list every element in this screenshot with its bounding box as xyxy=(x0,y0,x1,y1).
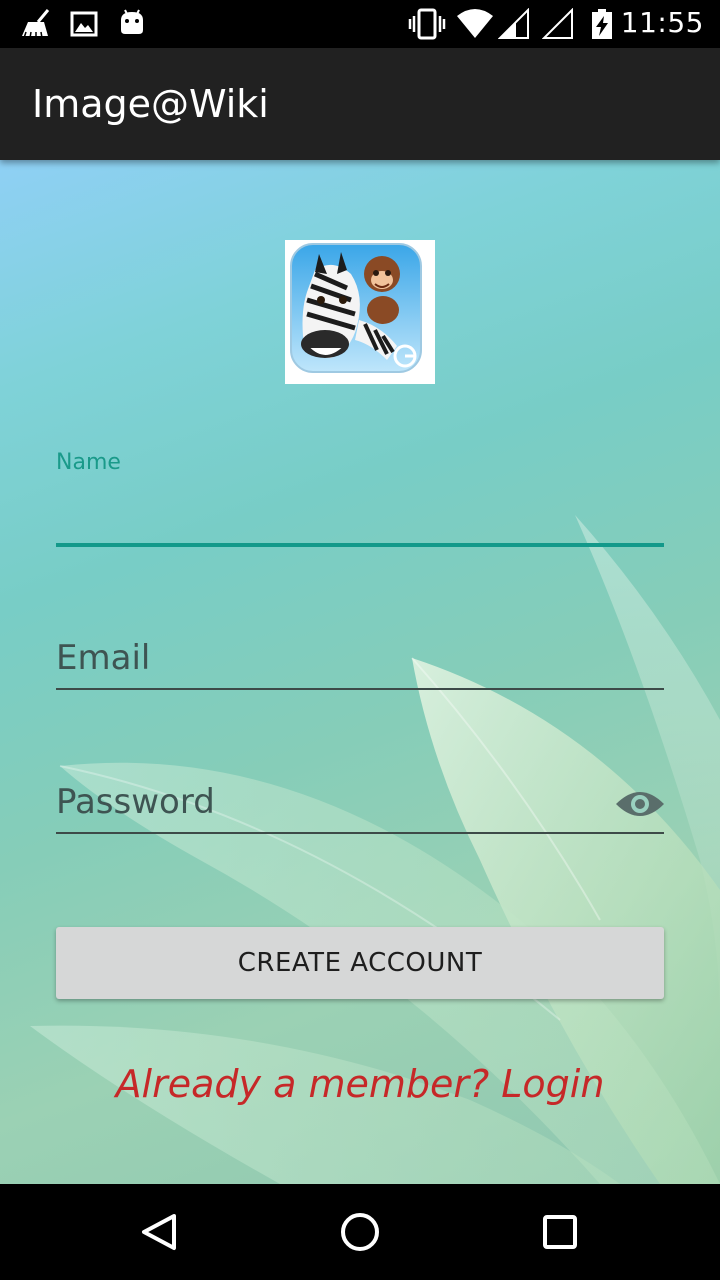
name-input-underline xyxy=(56,543,664,547)
password-input[interactable] xyxy=(56,772,606,832)
name-field-label: Name xyxy=(56,450,121,475)
vibrate-icon xyxy=(408,8,446,40)
password-input-underline xyxy=(56,832,664,834)
signal-empty-icon xyxy=(542,8,573,39)
gallery-icon xyxy=(70,11,98,37)
back-icon[interactable] xyxy=(136,1208,184,1256)
status-bar: 11:55 xyxy=(0,0,720,48)
signup-form-container: Name Email Password CREATE ACCOUNT Alrea… xyxy=(0,160,720,1184)
recents-icon[interactable] xyxy=(536,1208,584,1256)
email-input-underline xyxy=(56,688,664,690)
android-icon xyxy=(121,9,143,34)
signal-icon xyxy=(498,8,529,39)
wifi-icon xyxy=(457,9,493,38)
home-icon[interactable] xyxy=(336,1208,384,1256)
cleaner-icon xyxy=(22,9,50,39)
navigation-bar xyxy=(0,1184,720,1280)
email-input[interactable] xyxy=(56,628,664,688)
zebra-monkey-app-logo xyxy=(290,243,422,373)
battery-charging-icon xyxy=(592,9,612,39)
status-clock: 11:55 xyxy=(620,6,704,39)
app-title: Image@Wiki xyxy=(32,82,269,126)
app-logo xyxy=(285,240,435,384)
login-link[interactable]: Already a member? Login xyxy=(0,1062,720,1106)
screen: 11:55 Image@Wiki Name Email Password CRE… xyxy=(0,0,720,1280)
create-account-button[interactable]: CREATE ACCOUNT xyxy=(56,927,664,999)
name-input[interactable] xyxy=(56,486,668,544)
app-bar: Image@Wiki xyxy=(0,48,720,160)
eye-icon[interactable] xyxy=(614,786,666,822)
